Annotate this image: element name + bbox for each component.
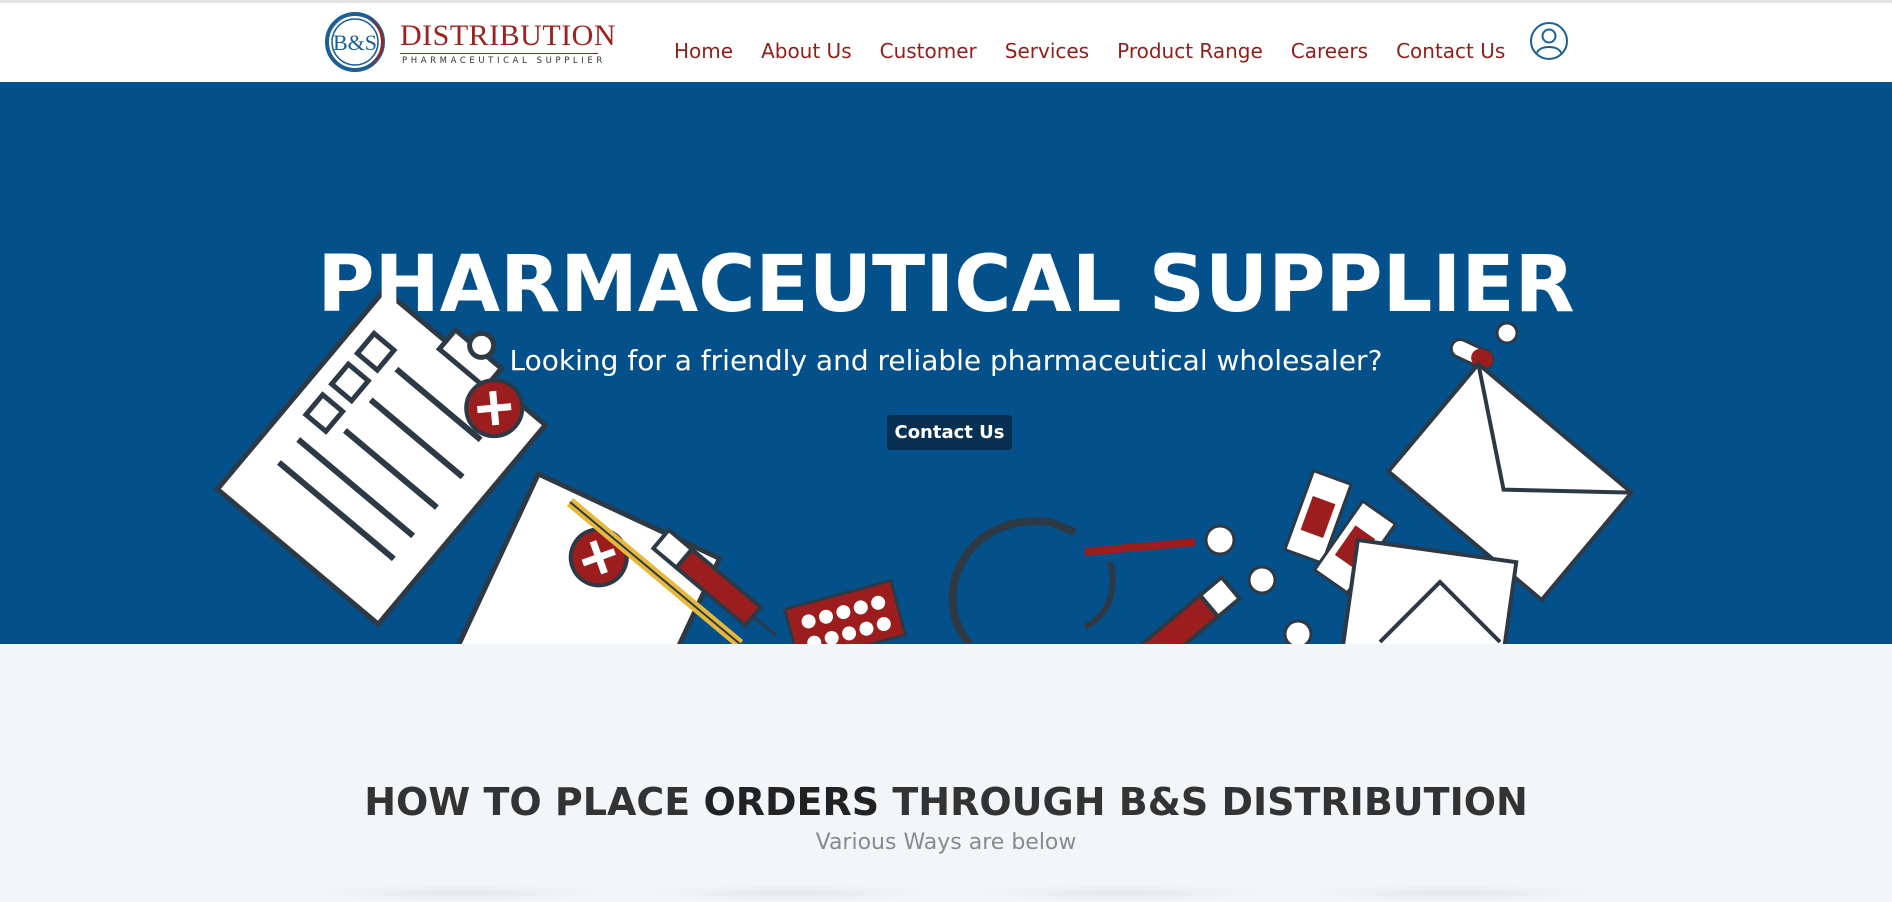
brand-logo[interactable]: B&S DISTRIBUTION PHARMACEUTICAL SUPPLIER [322,11,616,73]
nav-customer[interactable]: Customer [880,39,977,63]
nav-product-range[interactable]: Product Range [1117,39,1263,63]
syringe-icon [1136,574,1243,644]
site-header: B&S DISTRIBUTION PHARMACEUTICAL SUPPLIER… [0,3,1892,82]
nav-contact-us[interactable]: Contact Us [1396,39,1505,63]
card-shadow [640,884,940,902]
user-icon[interactable] [1529,21,1569,61]
card-shadow [1300,884,1600,902]
orders-title-pre: HOW TO PLACE [364,780,704,824]
logo-monogram-icon: B&S [325,12,385,72]
logo-name: DISTRIBUTION [400,19,616,52]
nav-careers[interactable]: Careers [1291,39,1368,63]
main-nav: Home About Us Customer Services Product … [674,39,1505,63]
hero-subtitle: Looking for a friendly and reliable phar… [509,344,1383,377]
orders-title-bold: ORDERS [703,780,880,824]
card-shadow [310,884,610,902]
pill-blister-icon [782,578,908,644]
hero-banner: PHARMACEUTICAL SUPPLIER Looking for a fr… [0,82,1892,644]
orders-section-subtitle: Various Ways are below [815,830,1077,855]
nav-about-us[interactable]: About Us [761,39,852,63]
hero-contact-button[interactable]: Contact Us [887,415,1012,450]
orders-section-title: HOW TO PLACE ORDERS THROUGH B&S DISTRIBU… [0,780,1892,824]
nav-services[interactable]: Services [1005,39,1089,63]
envelope-icon [1340,361,1635,644]
orders-title-post: THROUGH B&S DISTRIBUTION [879,780,1528,824]
hero-title: PHARMACEUTICAL SUPPLIER [317,240,1575,330]
logo-tagline: PHARMACEUTICAL SUPPLIER [402,56,606,66]
card-shadow [970,884,1270,902]
logo-monogram: B&S [333,30,377,55]
logo-divider [400,53,598,54]
nav-home[interactable]: Home [674,39,733,63]
orders-section: HOW TO PLACE ORDERS THROUGH B&S DISTRIBU… [0,644,1892,902]
